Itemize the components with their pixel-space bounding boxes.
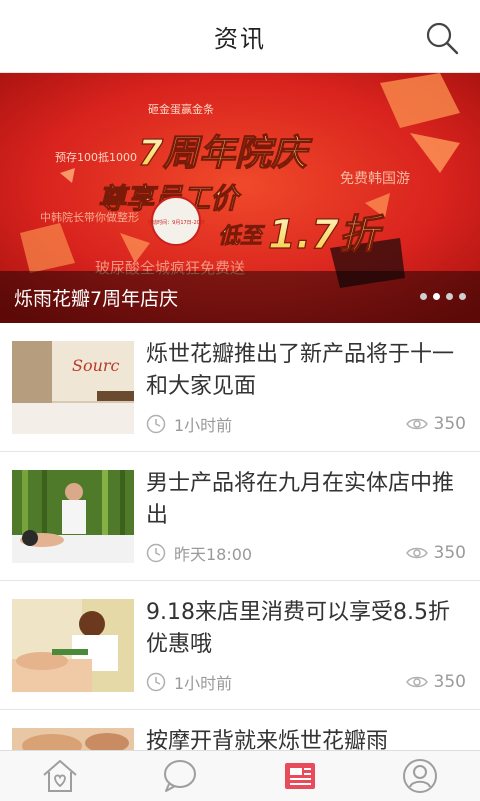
- tab-profile[interactable]: [360, 751, 480, 801]
- carousel-dot[interactable]: [446, 293, 453, 300]
- eye-icon: [405, 418, 428, 430]
- news-item[interactable]: Sourc 烁世花瓣推出了新产品将于十一和大家见面 1小时前 350: [0, 323, 480, 452]
- clock-icon: [146, 672, 166, 692]
- carousel-dot[interactable]: [459, 293, 466, 300]
- news-thumbnail: [12, 728, 134, 750]
- news-thumbnail: [12, 599, 134, 692]
- newspaper-icon: [285, 763, 315, 789]
- page-title: 资讯: [214, 24, 266, 53]
- tab-home[interactable]: [0, 751, 120, 801]
- banner-discount: 1.7折: [268, 212, 385, 258]
- news-title: 男士产品将在九月在实体店中推出: [146, 471, 455, 528]
- user-icon: [403, 759, 437, 793]
- search-icon[interactable]: [424, 20, 460, 56]
- promo-right-text: 免费韩国游: [340, 171, 410, 187]
- news-views-count: 350: [433, 672, 466, 692]
- carousel-indicator[interactable]: [420, 293, 466, 300]
- news-time-text: 1小时前: [174, 674, 233, 693]
- news-item[interactable]: 按摩开背就来烁世花瓣雨: [0, 710, 480, 750]
- top-bar: 资讯: [0, 0, 480, 73]
- news-views: 350: [405, 671, 466, 693]
- banner-low-price: 低至: [218, 224, 266, 249]
- eye-icon: [405, 676, 428, 688]
- news-views: 350: [405, 542, 466, 564]
- news-views-count: 350: [433, 414, 466, 434]
- news-title: 烁世花瓣推出了新产品将于十一和大家见面: [146, 342, 455, 399]
- carousel-dot-active[interactable]: [433, 293, 440, 300]
- news-views-count: 350: [433, 543, 466, 563]
- news-thumbnail: Sourc: [12, 341, 134, 434]
- carousel-dot[interactable]: [420, 293, 427, 300]
- house-heart-icon: [43, 760, 77, 792]
- news-title: 按摩开背就来烁世花瓣雨: [146, 729, 389, 750]
- news-title: 9.18来店里消费可以享受8.5折优惠哦: [146, 600, 450, 657]
- banner-headline: 7周年院庆: [138, 133, 313, 174]
- tab-news[interactable]: [240, 751, 360, 801]
- clock-icon: [146, 543, 166, 563]
- promo-left-text-1: 预存100抵1000: [55, 150, 137, 164]
- banner-caption-bar: 烁雨花瓣7周年店庆: [0, 271, 480, 323]
- date-badge: 活动时间：9月17日-20日: [147, 219, 205, 226]
- tab-chat[interactable]: [120, 751, 240, 801]
- speech-bubble-icon: [164, 760, 196, 792]
- news-thumbnail: [12, 470, 134, 563]
- eye-icon: [405, 547, 428, 559]
- news-views: 350: [405, 413, 466, 435]
- banner-caption: 烁雨花瓣7周年店庆: [14, 287, 179, 310]
- news-time: 昨天18:00: [146, 542, 252, 564]
- news-time-text: 1小时前: [174, 416, 233, 435]
- promo-top-text: 砸金蛋赢金条: [148, 102, 214, 116]
- bottom-tab-bar: [0, 750, 480, 801]
- news-item[interactable]: 男士产品将在九月在实体店中推出 昨天18:00 350: [0, 452, 480, 581]
- news-time: 1小时前: [146, 671, 232, 693]
- clock-icon: [146, 414, 166, 434]
- news-list: Sourc 烁世花瓣推出了新产品将于十一和大家见面 1小时前 350 男士产品将…: [0, 323, 480, 750]
- news-time: 1小时前: [146, 413, 232, 435]
- news-item[interactable]: 9.18来店里消费可以享受8.5折优惠哦 1小时前 350: [0, 581, 480, 710]
- svg-text:Sourc: Sourc: [72, 356, 120, 375]
- promo-banner[interactable]: 砸金蛋赢金条 预存100抵1000 中韩院长带你做整形 免费韩国游 玻尿酸全城疯…: [0, 73, 480, 323]
- news-time-text: 昨天18:00: [174, 545, 253, 564]
